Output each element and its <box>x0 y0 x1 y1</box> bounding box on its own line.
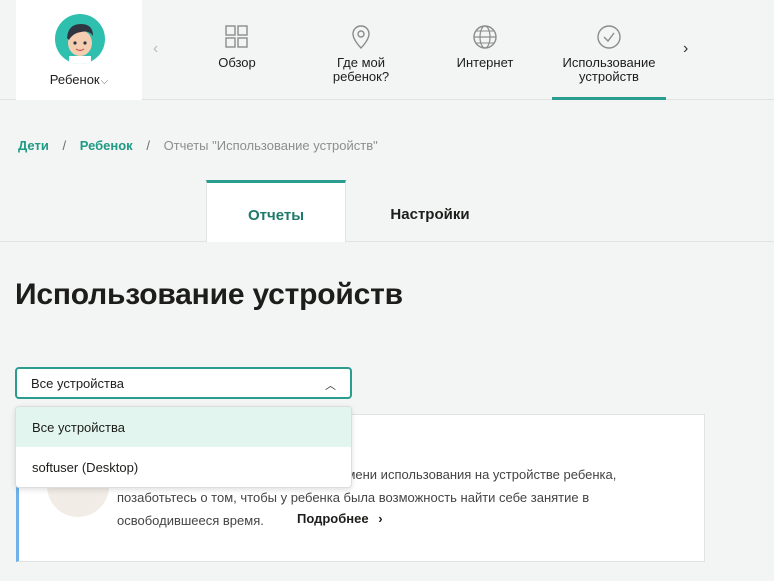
tab-reports[interactable]: Отчеты <box>206 180 346 242</box>
top-navigation: Ребенок⌵ ‹ Обзор Где мой ребенок? Интерн… <box>0 0 774 100</box>
nav-location[interactable]: Где мой ребенок? <box>322 24 400 84</box>
nav-internet[interactable]: Интернет <box>448 24 522 70</box>
breadcrumb-separator: / <box>146 138 150 153</box>
chevron-up-icon: ︿ <box>325 380 336 392</box>
overview-icon <box>225 25 248 48</box>
child-name-label: Ребенок <box>49 72 100 87</box>
more-link[interactable]: Подробнее › <box>297 511 383 526</box>
breadcrumb: Дети / Ребенок / Отчеты "Использование у… <box>18 138 378 153</box>
clock-icon <box>597 25 621 49</box>
info-text-line-2: позаботьтесь о том, чтобы у ребенка была… <box>117 490 590 505</box>
nav-prev-arrow-icon[interactable]: ‹ <box>153 40 158 58</box>
nav-device-usage-label-1: Использование <box>562 55 656 70</box>
nav-overview[interactable]: Обзор <box>205 24 269 70</box>
breadcrumb-children-link[interactable]: Дети <box>18 138 49 153</box>
device-select-value: Все устройства <box>31 376 124 391</box>
nav-location-label-2: ребенок? <box>332 69 390 84</box>
chevron-down-icon: ⌵ <box>100 76 109 87</box>
nav-device-usage-label-2: устройств <box>579 69 639 84</box>
nav-device-usage[interactable]: Использование устройств <box>552 24 666 84</box>
info-text-line-3: освободившееся время. <box>117 513 264 528</box>
nav-internet-label: Интернет <box>456 55 514 70</box>
nav-overview-label: Обзор <box>218 55 256 70</box>
more-link-label: Подробнее <box>297 511 369 526</box>
device-select[interactable]: Все устройства ︿ <box>15 367 352 399</box>
device-option[interactable]: Все устройства <box>16 407 351 447</box>
chevron-right-icon: › <box>378 511 383 526</box>
breadcrumb-current: Отчеты "Использование устройств" <box>163 138 378 153</box>
child-selector[interactable]: Ребенок⌵ <box>16 0 142 100</box>
breadcrumb-separator: / <box>62 138 67 153</box>
page-title: Использование устройств <box>15 278 403 311</box>
nav-active-indicator <box>552 97 666 100</box>
breadcrumb-child-link[interactable]: Ребенок <box>80 138 133 153</box>
globe-icon <box>473 25 497 49</box>
tab-settings[interactable]: Настройки <box>360 180 500 242</box>
location-pin-icon <box>352 25 370 49</box>
nav-next-arrow-icon[interactable]: › <box>683 40 688 58</box>
device-option[interactable]: softuser (Desktop) <box>16 447 351 487</box>
nav-location-label-1: Где мой <box>336 55 386 70</box>
device-dropdown-menu: Все устройства softuser (Desktop) <box>15 406 352 488</box>
child-name[interactable]: Ребенок⌵ <box>16 72 142 87</box>
child-avatar <box>55 14 105 64</box>
